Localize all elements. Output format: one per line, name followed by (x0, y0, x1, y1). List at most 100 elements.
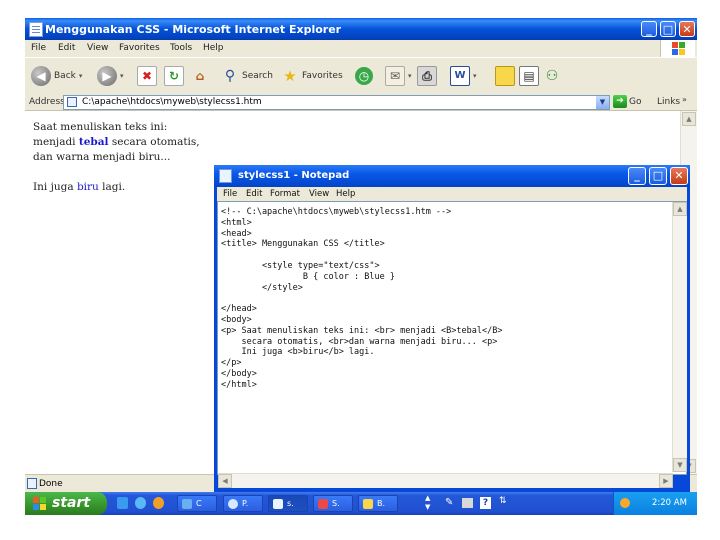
quicklaunch-media-icon[interactable] (153, 497, 164, 509)
refresh-button[interactable]: ↻ (164, 64, 184, 88)
scroll-down-icon[interactable]: ▼ (673, 458, 687, 472)
start-label: start (52, 495, 91, 511)
mail-button[interactable]: ✉ ▾ (385, 64, 412, 88)
task-icon (182, 499, 192, 509)
notepad-code: <!-- C:\apache\htdocs\myweb\stylecss1.ht… (221, 207, 502, 391)
np-menu-help[interactable]: Help (336, 189, 355, 199)
taskbar-item-3-active[interactable]: s. (268, 495, 308, 512)
research-button[interactable]: ▤ (519, 64, 539, 88)
address-value: C:\apache\htdocs\myweb\stylecss1.htm (82, 97, 262, 107)
search-icon: ⚲ (224, 68, 236, 84)
menu-help[interactable]: Help (203, 43, 224, 53)
folder-icon (495, 66, 515, 86)
menu-edit[interactable]: Edit (58, 43, 75, 53)
stop-button[interactable]: ✖ (137, 64, 157, 88)
notepad-title: stylecss1 - Notepad (238, 170, 350, 181)
notepad-vertical-scrollbar[interactable]: ▲ ▼ (672, 202, 687, 472)
menu-file[interactable]: File (31, 43, 46, 53)
back-button[interactable]: ◀ Back ▾ (31, 64, 82, 88)
ie-toolbar: ◀ Back ▾ ▶ ▾ ✖ ↻ ⌂ ⚲ Search ★ Favorites … (25, 57, 697, 95)
edit-word-button[interactable]: W ▾ (450, 64, 477, 88)
taskbar-item-2[interactable]: P. (223, 495, 263, 512)
links-label[interactable]: Links (657, 97, 680, 107)
scroll-up-icon[interactable]: ▲ (673, 202, 687, 216)
ie-titlebar[interactable]: Menggunakan CSS - Microsoft Internet Exp… (25, 18, 697, 40)
scroll-right-icon[interactable]: ▶ (659, 474, 673, 488)
go-arrow-icon[interactable]: ➔ (613, 95, 627, 108)
menu-view[interactable]: View (87, 43, 108, 53)
menu-tools[interactable]: Tools (170, 43, 192, 53)
clock[interactable]: 2:20 AM (652, 498, 687, 508)
start-button[interactable]: start (25, 492, 107, 515)
forward-button[interactable]: ▶ ▾ (97, 64, 124, 88)
chevron-down-icon[interactable]: ▼ (596, 96, 609, 109)
search-button[interactable]: ⚲ Search (221, 64, 273, 88)
tray-options-icon[interactable]: ⇅ (499, 496, 507, 506)
tray-keyboard-icon[interactable] (462, 498, 473, 508)
word-icon: W (450, 66, 470, 86)
np-menu-view[interactable]: View (309, 189, 329, 199)
go-label[interactable]: Go (629, 97, 641, 107)
notepad-icon (219, 169, 232, 183)
notepad-text-area[interactable]: <!-- C:\apache\htdocs\myweb\stylecss1.ht… (217, 201, 687, 475)
close-button[interactable]: ✕ (679, 21, 695, 37)
ie-menubar: File Edit View Favorites Tools Help (25, 40, 697, 57)
taskbar-item-5[interactable]: B. (358, 495, 398, 512)
help-icon[interactable]: ? (480, 497, 491, 509)
minimize-button[interactable]: _ (641, 21, 657, 37)
notepad-close-button[interactable]: ✕ (670, 167, 688, 185)
np-menu-format[interactable]: Format (270, 189, 300, 199)
task-icon (228, 499, 238, 509)
messenger-icon: ⚇ (545, 68, 559, 84)
code-line: <body> (221, 314, 252, 325)
taskbar: start C P. s. S. B. ▲ ▼ ✎ ? ⇅ 2:20 AM (25, 492, 697, 515)
maximize-button[interactable]: □ (660, 21, 676, 37)
ie-window-title: Menggunakan CSS - Microsoft Internet Exp… (45, 23, 342, 36)
scroll-up-icon[interactable]: ▲ (682, 112, 696, 126)
code-line: </p> (221, 358, 242, 369)
tray-icon[interactable] (620, 498, 630, 508)
print-button[interactable]: ⎙ (417, 64, 437, 88)
notepad-minimize-button[interactable]: _ (628, 167, 646, 185)
refresh-icon: ↻ (164, 66, 184, 86)
tray-pen-icon[interactable]: ✎ (445, 497, 453, 508)
status-text: Done (39, 479, 63, 489)
discuss-button[interactable] (495, 64, 515, 88)
chevron-down-icon: ▾ (120, 72, 124, 80)
task-icon (318, 499, 328, 509)
blue-text: biru (76, 181, 99, 193)
taskbar-item-1[interactable]: C (177, 495, 217, 512)
history-button[interactable]: ◷ (355, 64, 373, 88)
notepad-titlebar[interactable]: stylecss1 - Notepad _ □ ✕ (214, 165, 690, 187)
menu-favorites[interactable]: Favorites (119, 43, 160, 53)
home-button[interactable]: ⌂ (191, 64, 209, 88)
chevron-right-icon[interactable]: » (682, 95, 687, 104)
np-menu-edit[interactable]: Edit (246, 189, 262, 199)
code-line: <html> (221, 217, 252, 228)
task-icon (273, 499, 283, 509)
notepad-maximize-button[interactable]: □ (649, 167, 667, 185)
code-line: <title> Menggunakan CSS </title> (221, 239, 385, 250)
quicklaunch-ie-icon[interactable] (135, 497, 146, 509)
code-line: </style> (221, 282, 303, 293)
taskbar-item-4[interactable]: S. (313, 495, 353, 512)
ie-page-icon (29, 22, 43, 37)
back-arrow-icon: ◀ (31, 66, 51, 86)
windows-flag-icon (33, 497, 47, 510)
address-input[interactable]: C:\apache\htdocs\myweb\stylecss1.htm ▼ (63, 95, 610, 110)
favorites-button[interactable]: ★ Favorites (281, 64, 342, 88)
quicklaunch-desktop-icon[interactable] (117, 497, 128, 509)
home-icon: ⌂ (195, 69, 205, 83)
scroll-left-icon[interactable]: ◀ (218, 474, 232, 488)
mail-icon: ✉ (385, 66, 405, 86)
taskbar-scroll-icon[interactable]: ▲ ▼ (425, 494, 430, 512)
system-tray: 2:20 AM (613, 492, 697, 515)
messenger-button[interactable]: ⚇ (543, 64, 561, 88)
research-icon: ▤ (519, 66, 539, 86)
windows-logo-icon (660, 40, 695, 57)
np-menu-file[interactable]: File (223, 189, 237, 199)
notepad-horizontal-scrollbar[interactable]: ◀ ▶ (218, 473, 673, 488)
page-icon (67, 97, 77, 107)
